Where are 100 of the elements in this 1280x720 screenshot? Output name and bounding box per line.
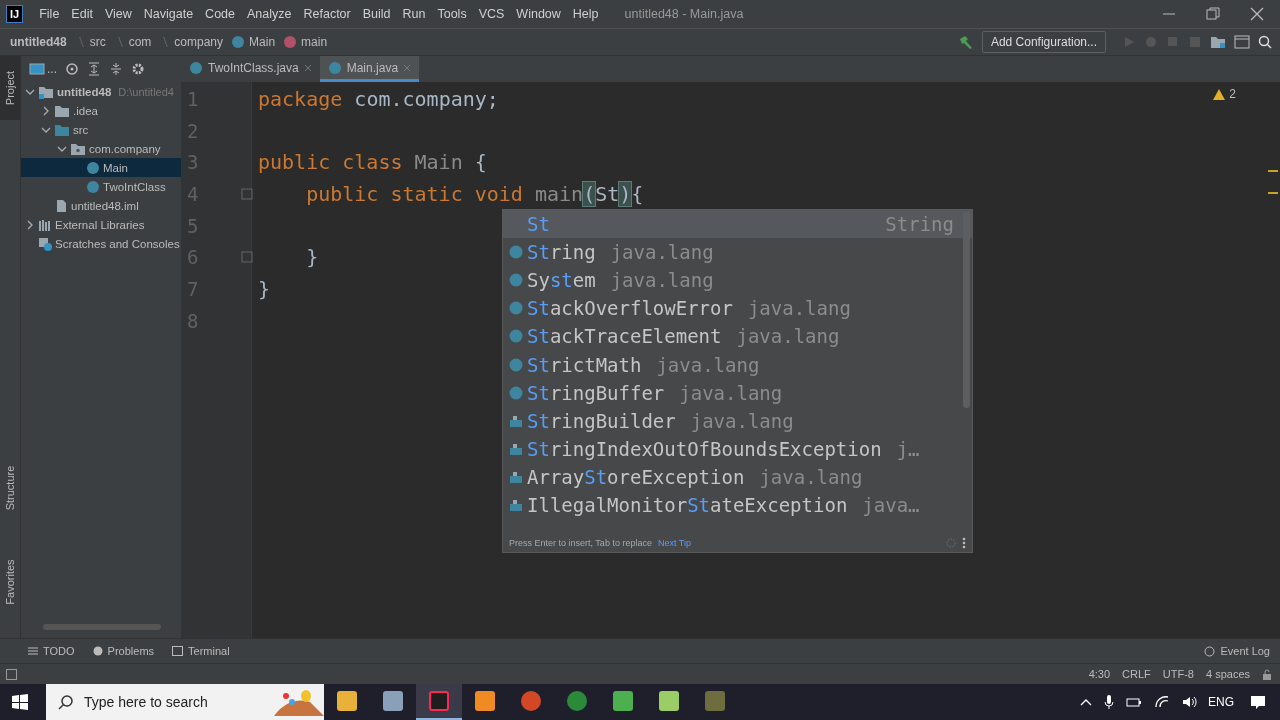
tree-item[interactable]: Main (21, 158, 181, 177)
locate-icon[interactable] (65, 62, 79, 76)
menu-item[interactable]: Navigate (137, 7, 200, 21)
scratches-icon (38, 236, 52, 251)
volume-icon[interactable] (1182, 695, 1198, 709)
editor-tab[interactable]: TwoIntClass.java (181, 56, 320, 82)
completion-item[interactable]: St ringBuffer java.lang (503, 378, 972, 407)
start-icon[interactable] (12, 694, 28, 710)
tree-item[interactable]: External Libraries (21, 215, 181, 234)
warning-count[interactable]: 2 (1229, 87, 1236, 101)
menu-item[interactable]: Window (510, 7, 567, 21)
menu-item[interactable]: File (33, 7, 66, 21)
class-icon (508, 356, 524, 373)
breadcrumb[interactable]: main (301, 35, 328, 49)
editor-tab[interactable]: Main.java (319, 56, 420, 82)
close-icon[interactable] (1250, 7, 1264, 21)
breadcrumb[interactable]: company (174, 35, 224, 49)
status-item[interactable]: 4:30 (1088, 668, 1111, 680)
menu-item[interactable]: Refactor (297, 7, 357, 21)
tool-window-tab[interactable]: Favorites (2, 552, 18, 612)
next-tip-link[interactable]: Next Tip (657, 538, 691, 548)
menu-item[interactable]: Help (566, 7, 605, 21)
completion-item[interactable]: ArrayStoreException java.lang (503, 462, 972, 491)
status-item[interactable]: 4 spaces (1205, 668, 1250, 680)
completion-item[interactable]: StackTraceElement java.lang (503, 322, 972, 351)
taskbar-app-icon[interactable] (416, 684, 462, 720)
terminal-icon[interactable] (1234, 35, 1250, 49)
completion-item[interactable]: St rictMath java.lang (503, 350, 972, 379)
add-configuration-button[interactable]: Add Configuration... (981, 31, 1106, 53)
tree-item[interactable]: untitled48 D:\untitled4 (21, 82, 181, 101)
tree-item[interactable]: com.company (21, 139, 181, 158)
class-icon (189, 60, 203, 75)
close-icon[interactable] (303, 63, 312, 72)
menu-item[interactable]: Tools (431, 7, 473, 21)
code-line: package com.company; (258, 86, 499, 111)
completion-item[interactable]: IllegalMonitorStateException java… (503, 490, 972, 520)
library-class-icon (508, 497, 524, 513)
project-structure-icon[interactable] (1210, 35, 1226, 49)
notifications-icon[interactable] (1250, 695, 1266, 709)
breadcrumb[interactable]: com (128, 35, 152, 49)
restore-icon[interactable] (1206, 7, 1220, 21)
tree-item[interactable]: TwoIntClass (21, 177, 181, 196)
completion-item[interactable]: St ringIndexOutOfBoundsException j… (503, 434, 972, 463)
collapse-all-icon[interactable] (109, 62, 123, 76)
tab-label[interactable]: TwoIntClass.java (208, 60, 299, 75)
terminal-icon (172, 646, 184, 656)
tab-label[interactable]: Main.java (346, 60, 399, 75)
breadcrumb[interactable]: src (89, 35, 106, 49)
layout-icon[interactable] (6, 668, 17, 680)
tool-window-tab[interactable]: Terminal (172, 645, 230, 657)
code-line: } (305, 245, 319, 270)
tool-window-tab[interactable]: Problems (92, 645, 155, 657)
completion-item[interactable]: St ringBuilder java.lang (503, 406, 972, 435)
completion-item[interactable]: System java.lang (503, 266, 972, 295)
completion-item[interactable]: StackOverflowError java.lang (503, 294, 972, 323)
tool-window-tab[interactable]: Structure (2, 458, 18, 518)
search-icon[interactable] (1258, 35, 1272, 49)
completion-item[interactable]: St ring java.lang (503, 238, 972, 267)
lock-icon[interactable] (1262, 668, 1272, 680)
status-item[interactable]: UTF-8 (1162, 668, 1194, 680)
microphone-icon[interactable] (1104, 694, 1114, 710)
app-logo[interactable]: IJ (6, 5, 24, 23)
folder-icon (54, 103, 70, 118)
menu-item[interactable]: Edit (65, 7, 99, 21)
tree-item[interactable]: .idea (21, 101, 181, 120)
chevron-up-icon[interactable] (1080, 697, 1092, 707)
code-line: public class Main { (258, 150, 487, 175)
menu-item[interactable]: View (98, 7, 138, 21)
class-icon (86, 160, 100, 175)
project-tool-tab[interactable]: Project (2, 58, 18, 118)
status-item[interactable]: CRLF (1122, 668, 1151, 680)
warning-icon[interactable] (1212, 87, 1227, 101)
tool-window-tab[interactable]: TODO (28, 645, 75, 657)
class-icon (508, 244, 524, 261)
module-icon (38, 84, 54, 99)
breadcrumb[interactable]: Main (249, 35, 276, 49)
tree-item[interactable]: Scratches and Consoles (21, 234, 181, 253)
file-icon (54, 198, 68, 213)
breadcrumb[interactable]: untitled48 (10, 35, 67, 49)
menu-item[interactable]: Run (396, 7, 432, 21)
language-indicator[interactable]: ENG (1208, 695, 1234, 709)
wifi-icon[interactable] (1154, 695, 1170, 709)
menu-item[interactable]: Code (199, 7, 241, 21)
event-log-tab[interactable]: Event Log (1204, 645, 1270, 657)
menu-item[interactable]: Build (356, 7, 397, 21)
expand-all-icon[interactable] (87, 62, 101, 76)
menu-item[interactable]: Analyze (241, 7, 298, 21)
settings-icon[interactable] (131, 62, 145, 76)
class-icon (508, 328, 524, 345)
hammer-icon[interactable] (957, 34, 974, 50)
loading-icon (946, 538, 956, 548)
taskbar-search-field[interactable]: Type here to search (46, 684, 324, 720)
battery-icon[interactable] (1126, 695, 1142, 709)
view-dropdown[interactable]: ... (47, 62, 57, 76)
tree-item[interactable]: src (21, 120, 181, 139)
more-icon[interactable] (962, 537, 966, 549)
class-icon (508, 384, 524, 401)
tree-item[interactable]: untitled48.iml (21, 196, 181, 215)
class-icon (86, 179, 100, 194)
menu-item[interactable]: VCS (472, 7, 511, 21)
